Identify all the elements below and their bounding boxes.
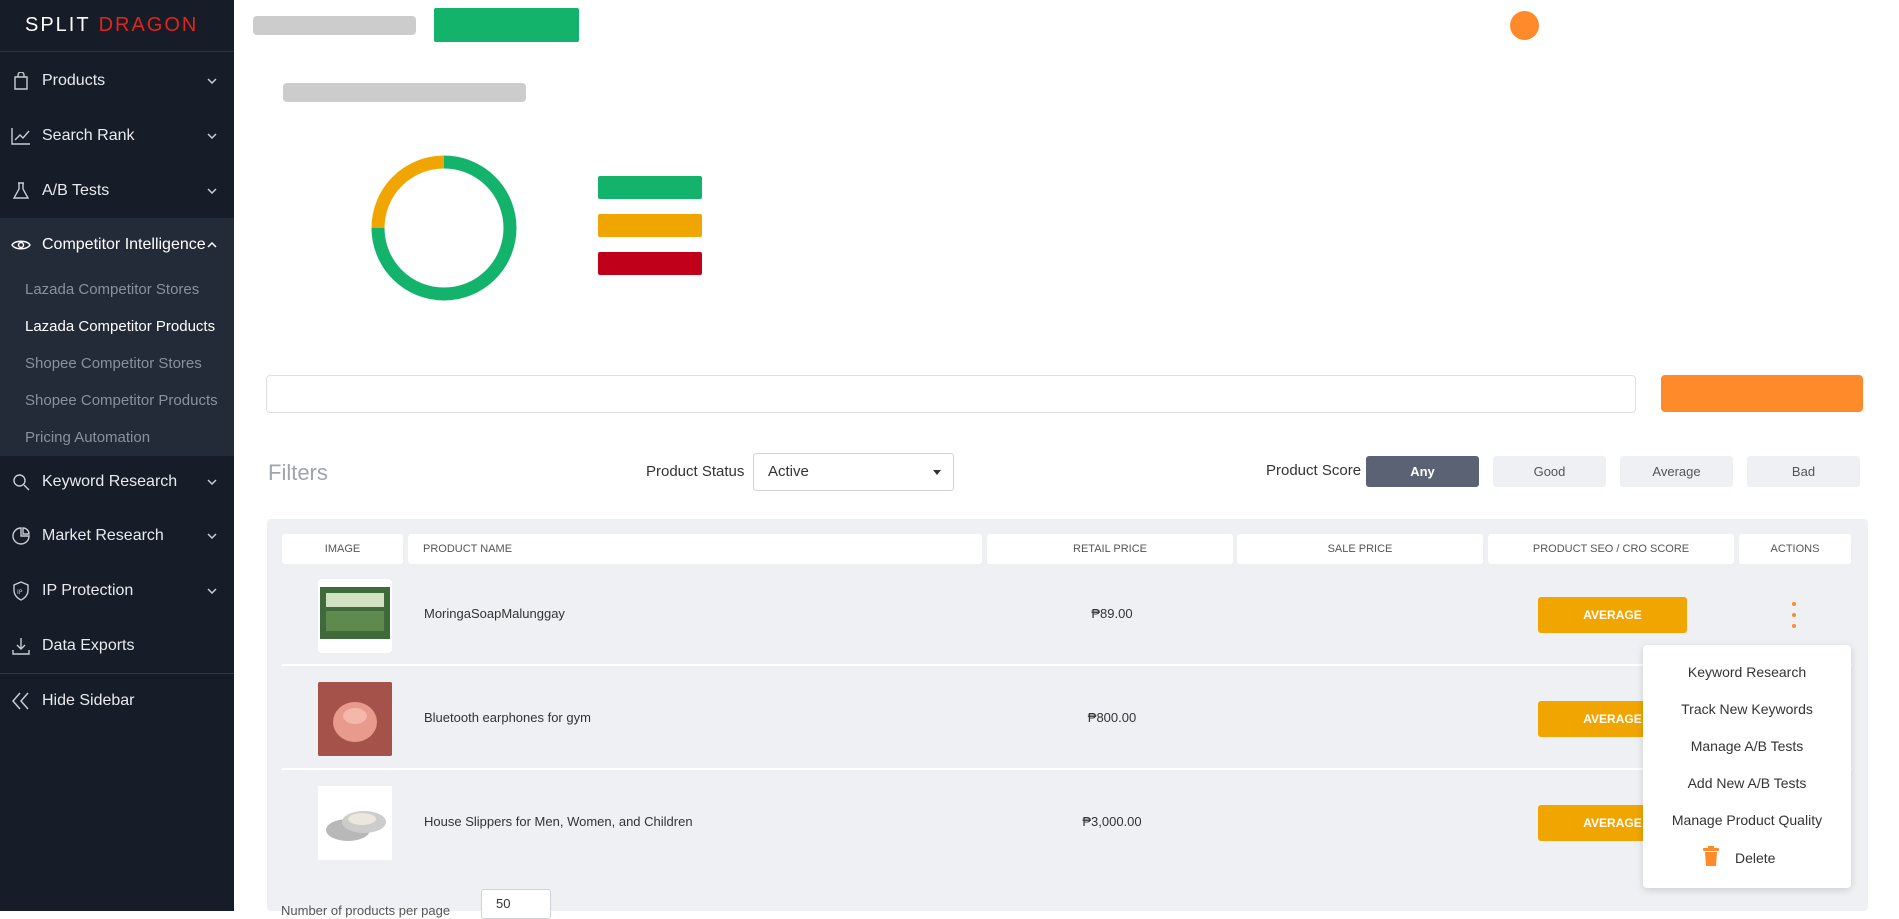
menu-item-add-new-ab-tests[interactable]: Add New A/B Tests [1643, 775, 1851, 791]
shield-icon: IP [11, 581, 31, 601]
submenu-competitor-intelligence: Lazada Competitor Stores Lazada Competit… [0, 270, 234, 456]
brand-word-2: DRAGON [98, 14, 199, 36]
col-header-actions: ACTIONS [1739, 534, 1851, 564]
submenu-item-lazada-products[interactable]: Lazada Competitor Products [25, 318, 215, 335]
chart-icon [11, 526, 31, 546]
menu-item-delete[interactable]: Delete [1703, 846, 1775, 869]
col-header-retail-price[interactable]: RETAIL PRICE [987, 534, 1233, 564]
sidebar-item-label: Hide Sidebar [42, 692, 135, 709]
sidebar-item-search-rank[interactable]: Search Rank [0, 109, 234, 163]
product-score-label: Product Score [1266, 462, 1362, 479]
retail-price: ₱89.00 [1091, 606, 1133, 621]
caret-down-icon [933, 470, 941, 475]
product-thumbnail[interactable] [318, 579, 392, 653]
product-status-label: Product Status [646, 463, 745, 480]
sidebar-item-ab-tests[interactable]: A/B Tests [0, 164, 234, 218]
legend-bar-average [598, 214, 702, 237]
sidebar-item-data-exports[interactable]: Data Exports [0, 619, 234, 673]
legend-bar-bad [598, 252, 702, 275]
search-button[interactable] [1661, 375, 1863, 412]
score-filter-average[interactable]: Average [1620, 456, 1733, 487]
search-input[interactable] [266, 375, 1636, 413]
chevron-down-icon [206, 476, 218, 488]
chevron-down-icon [206, 75, 218, 87]
double-chevron-left-icon [11, 691, 31, 711]
menu-item-keyword-research[interactable]: Keyword Research [1643, 664, 1851, 680]
actions-dropdown-menu: Keyword Research Track New Keywords Mana… [1643, 645, 1851, 888]
sidebar-item-label: Market Research [42, 527, 164, 544]
product-name[interactable]: MoringaSoapMalunggay [424, 606, 565, 621]
product-name[interactable]: Bluetooth earphones for gym [424, 710, 591, 725]
score-filter-good[interactable]: Good [1493, 456, 1606, 487]
chevron-down-icon [206, 585, 218, 597]
menu-item-delete-label: Delete [1735, 849, 1776, 866]
search-icon [11, 472, 31, 492]
trend-icon [11, 126, 31, 146]
per-page-input[interactable]: 50 [481, 889, 551, 919]
chevron-down-icon [206, 130, 218, 142]
hide-sidebar-button[interactable]: Hide Sidebar [0, 674, 234, 728]
sidebar-item-ip-protection[interactable]: IP IP Protection [0, 564, 234, 618]
sidebar-item-products[interactable]: Products [0, 54, 234, 108]
submenu-item-pricing-automation[interactable]: Pricing Automation [25, 429, 150, 446]
submenu-item-shopee-products[interactable]: Shopee Competitor Products [25, 392, 218, 409]
retail-price: ₱3,000.00 [1082, 814, 1142, 829]
svg-text:IP: IP [17, 589, 23, 596]
score-filter-any[interactable]: Any [1366, 456, 1479, 487]
row-divider [282, 664, 1852, 666]
title-placeholder [253, 16, 416, 35]
chevron-up-icon [206, 239, 218, 251]
col-header-score[interactable]: PRODUCT SEO / CRO SCORE [1488, 534, 1734, 564]
sidebar-item-market-research[interactable]: Market Research [0, 509, 234, 563]
submenu-item-lazada-stores[interactable]: Lazada Competitor Stores [25, 281, 199, 298]
product-status-select[interactable]: Active [753, 453, 954, 491]
sidebar-item-label: IP Protection [42, 582, 134, 599]
flask-icon [11, 181, 31, 201]
brand-word-1: SPLIT [25, 14, 91, 36]
product-thumbnail[interactable] [318, 786, 392, 860]
more-actions-icon[interactable] [1791, 602, 1797, 628]
download-icon [11, 636, 31, 656]
col-header-sale-price[interactable]: SALE PRICE [1237, 534, 1483, 564]
sidebar-item-label: Competitor Intelligence [42, 236, 206, 253]
menu-item-manage-ab-tests[interactable]: Manage A/B Tests [1643, 738, 1851, 754]
legend-bar-good [598, 176, 702, 199]
summary-title-placeholder [283, 83, 526, 102]
product-status-value: Active [768, 463, 809, 480]
menu-item-manage-product-quality[interactable]: Manage Product Quality [1643, 812, 1851, 828]
filters-title: Filters [268, 460, 328, 485]
score-donut-chart [371, 155, 517, 301]
sidebar: SPLIT DRAGON Products Search Rank A/B Te… [0, 0, 234, 911]
product-name[interactable]: House Slippers for Men, Women, and Child… [424, 814, 693, 829]
menu-item-track-new-keywords[interactable]: Track New Keywords [1643, 701, 1851, 717]
submenu-item-shopee-stores[interactable]: Shopee Competitor Stores [25, 355, 202, 372]
sidebar-item-label: A/B Tests [42, 182, 110, 199]
sidebar-item-label: Keyword Research [42, 473, 178, 490]
col-header-product-name[interactable]: PRODUCT NAME [408, 534, 982, 564]
col-header-image: IMAGE [282, 534, 403, 564]
sidebar-item-keyword-research[interactable]: Keyword Research [0, 455, 234, 509]
retail-price: ₱800.00 [1087, 710, 1137, 725]
sidebar-item-competitor-intelligence[interactable]: Competitor Intelligence [0, 218, 234, 272]
score-filter-bad[interactable]: Bad [1747, 456, 1860, 487]
score-badge[interactable]: AVERAGE [1538, 597, 1687, 633]
product-thumbnail[interactable] [318, 682, 392, 756]
brand-logo[interactable]: SPLIT DRAGON [0, 0, 234, 52]
row-divider [282, 768, 1852, 770]
sidebar-item-label: Data Exports [42, 637, 135, 654]
chevron-down-icon [206, 185, 218, 197]
green-header-button[interactable] [434, 8, 579, 42]
chevron-down-icon [206, 530, 218, 542]
trash-icon [1703, 846, 1719, 869]
sidebar-item-label: Products [42, 72, 106, 89]
user-avatar[interactable] [1510, 11, 1539, 40]
bag-icon [11, 71, 31, 91]
sidebar-item-label: Search Rank [42, 127, 135, 144]
eye-icon [11, 235, 31, 255]
